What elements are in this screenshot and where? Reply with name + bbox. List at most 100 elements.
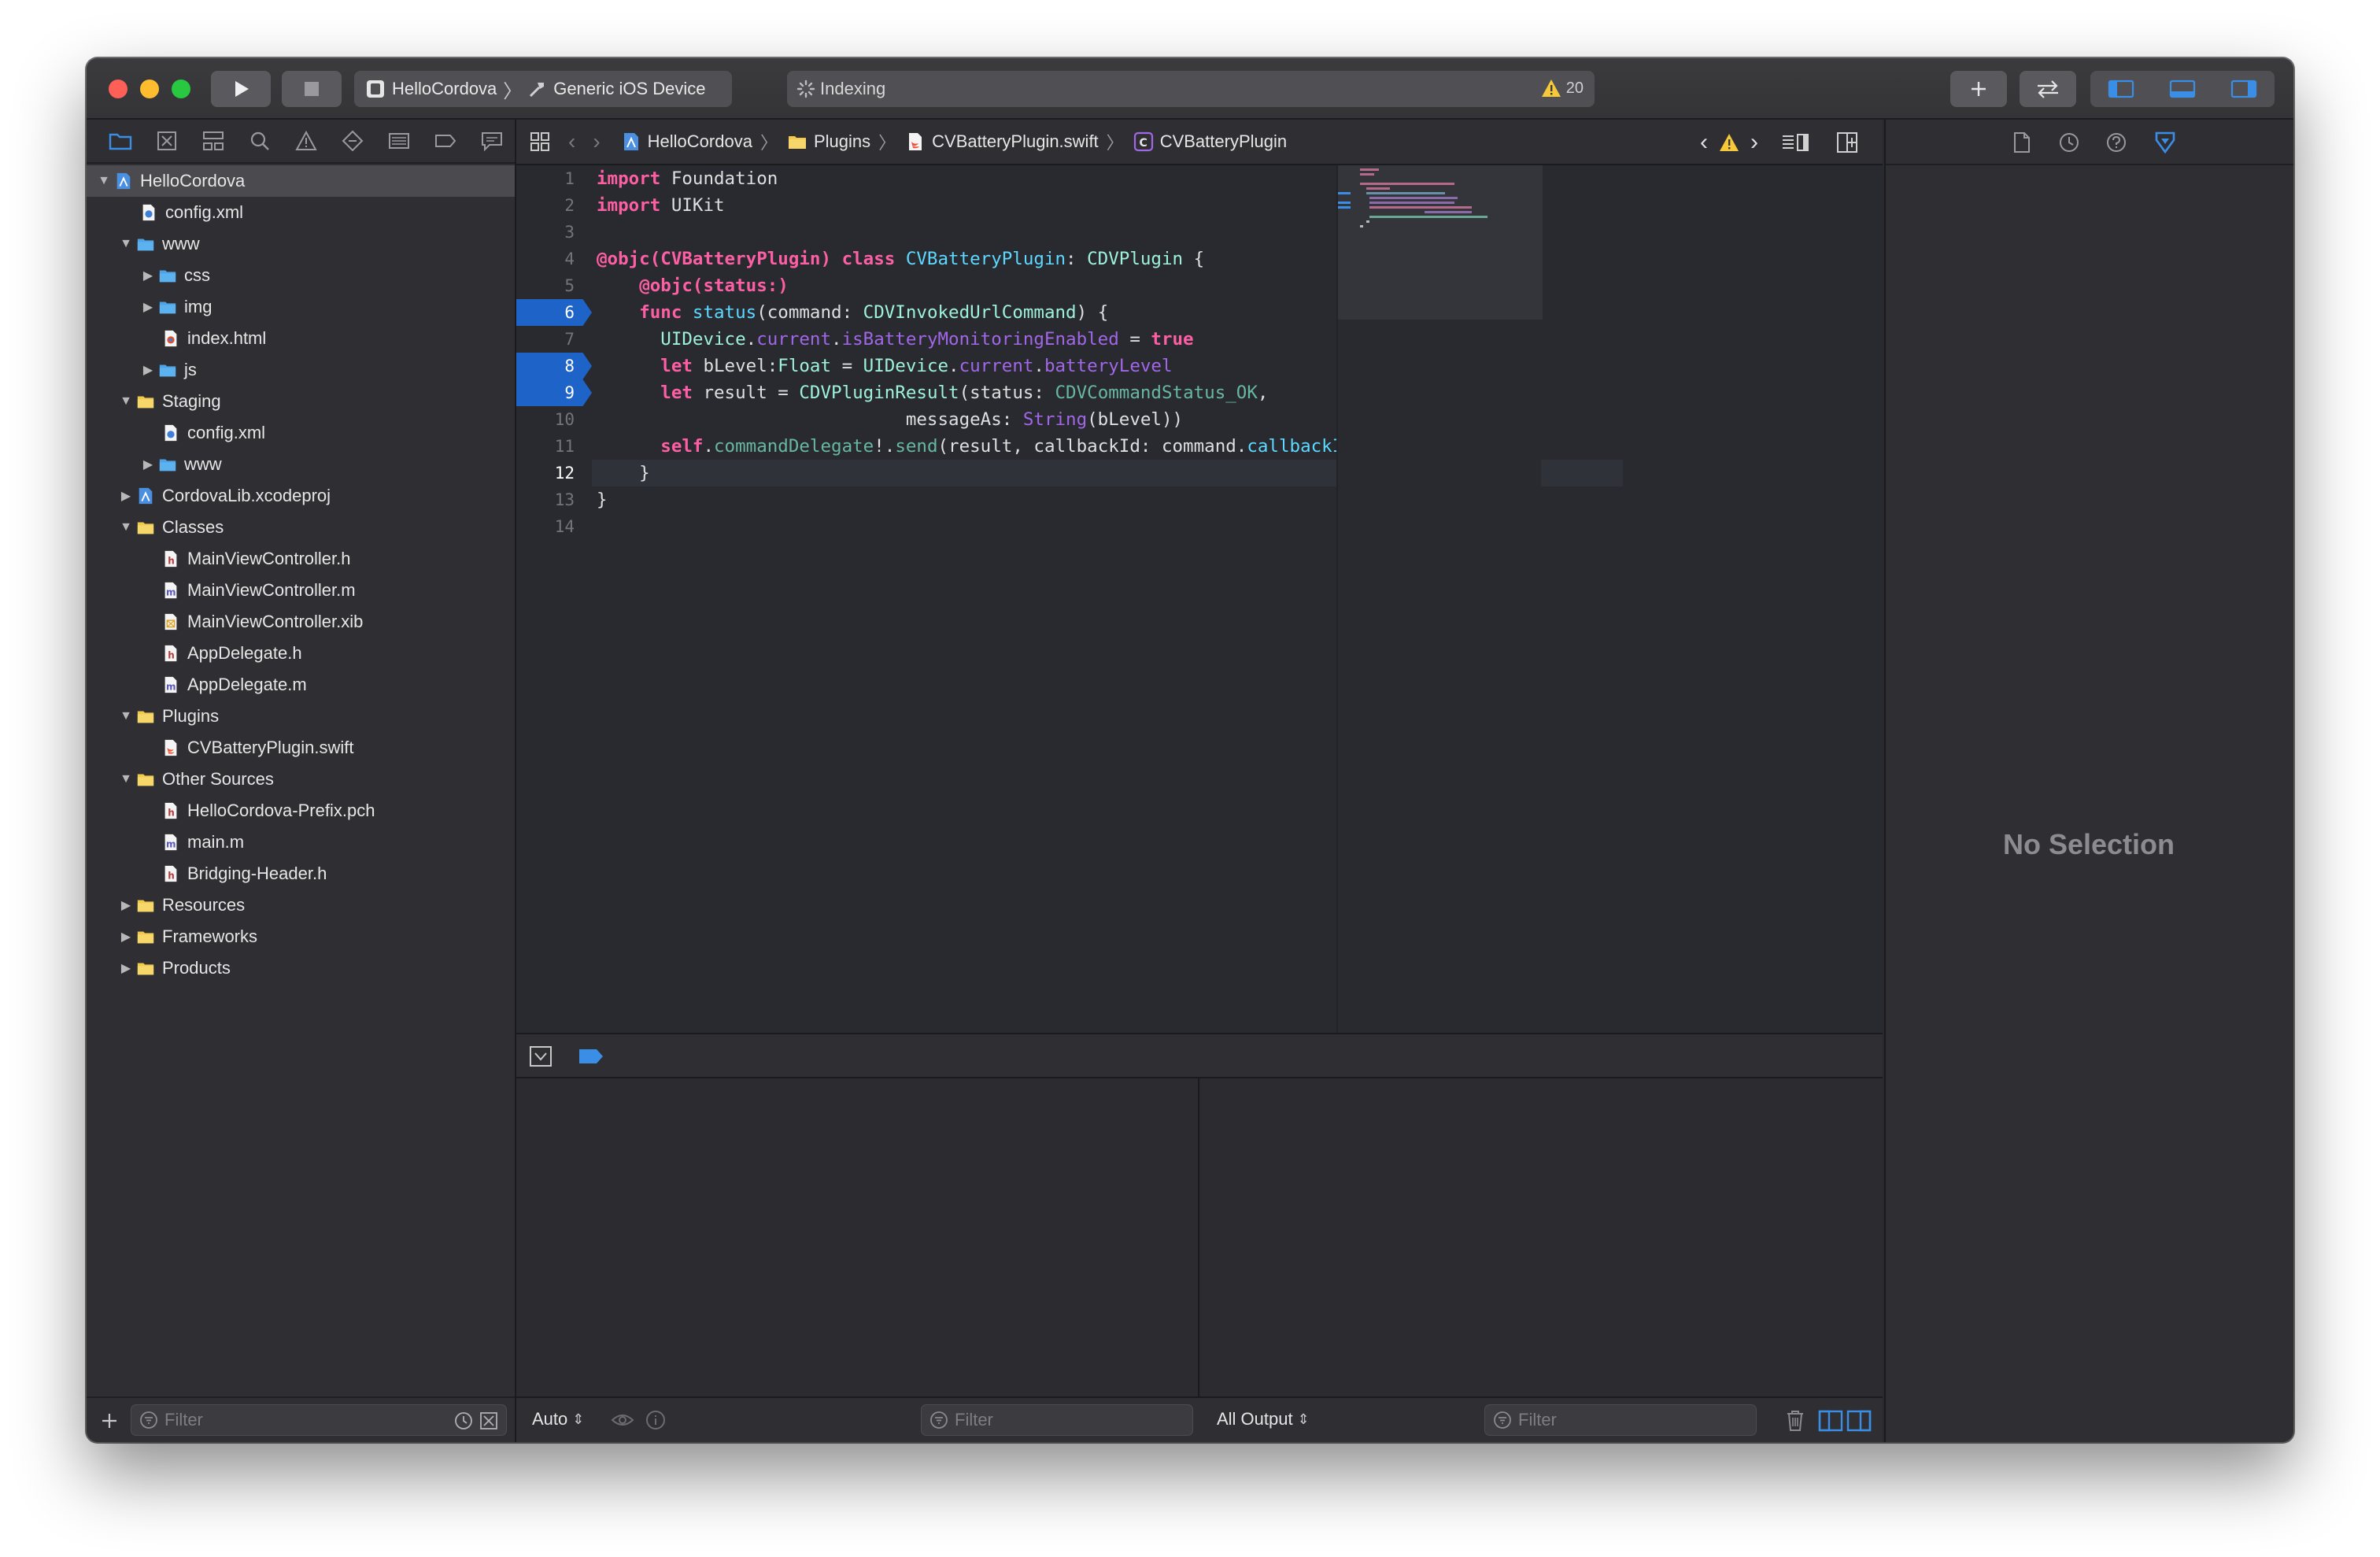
tree-item[interactable]: ▼ Plugins [87,701,515,732]
tree-item[interactable]: ▶ CordovaLib.xcodeproj [87,480,515,512]
activity-viewer[interactable]: Indexing 20 [787,71,1595,107]
breakpoints-active-icon[interactable] [578,1047,604,1066]
tab-issue-navigator[interactable] [283,119,330,163]
minimize-window-button[interactable] [140,80,159,98]
tree-item[interactable]: h MainViewController.h [87,543,515,575]
previous-issue-icon[interactable]: ‹ [1700,129,1708,156]
close-window-button[interactable] [109,80,128,98]
line-number[interactable]: 10 [516,406,592,433]
breadcrumb-item[interactable]: HelloCordova [621,131,752,152]
tab-history-inspector[interactable] [2057,131,2081,154]
line-number[interactable]: 5 [516,272,592,299]
breakpoint-line-number[interactable]: 6 [516,299,592,326]
tree-item[interactable]: ▶ img [87,291,515,323]
navigator-filter-field[interactable]: Filter [131,1404,507,1436]
disclosure-closed-icon[interactable]: ▶ [116,480,135,512]
disclosure-closed-icon[interactable]: ▶ [139,260,157,291]
line-number[interactable]: 1 [516,165,592,192]
tree-item[interactable]: ▶ www [87,449,515,480]
toggle-navigator-button[interactable] [2090,71,2152,107]
line-number[interactable]: 11 [516,433,592,460]
disclosure-open-icon[interactable]: ▼ [116,386,135,417]
back-arrow-icon[interactable]: ‹ [568,129,575,154]
tree-item[interactable]: h HelloCordova-Prefix.pch [87,795,515,827]
eye-icon[interactable] [611,1411,634,1429]
tree-item[interactable]: m main.m [87,827,515,858]
library-button[interactable] [1950,71,2007,107]
tree-item[interactable]: h AppDelegate.h [87,638,515,669]
tab-quick-help-inspector[interactable] [2105,131,2128,154]
tree-item[interactable]: ▶ css [87,260,515,291]
next-issue-icon[interactable]: › [1750,129,1758,156]
info-icon[interactable] [645,1410,666,1430]
breakpoint-line-number[interactable]: 8 [516,353,592,379]
add-file-icon[interactable] [99,1411,120,1431]
tree-item[interactable]: ▶ Frameworks [87,921,515,952]
tree-item[interactable]: ▶ Resources [87,889,515,921]
code-review-button[interactable] [2020,71,2076,107]
tab-debug-navigator[interactable] [375,119,422,163]
disclosure-open-icon[interactable]: ▼ [116,764,135,795]
console-filter-field[interactable]: Filter [1484,1404,1757,1436]
disclosure-closed-icon[interactable]: ▶ [139,449,157,480]
tab-find-navigator[interactable] [237,119,283,163]
hide-debug-area-icon[interactable] [529,1045,552,1067]
trash-icon[interactable] [1785,1409,1805,1433]
disclosure-closed-icon[interactable]: ▶ [139,354,157,386]
line-number[interactable]: 4 [516,246,592,272]
show-console-view-icon[interactable] [1846,1409,1872,1433]
editor-options-icon[interactable] [1780,131,1810,153]
related-items-icon[interactable] [529,131,551,153]
toggle-debug-area-button[interactable] [2152,71,2213,107]
disclosure-closed-icon[interactable]: ▶ [116,952,135,984]
breadcrumb-item[interactable]: Plugins [787,131,870,152]
toggle-inspector-button[interactable] [2213,71,2275,107]
tree-item[interactable]: ▼ Classes [87,512,515,543]
breadcrumb-item[interactable]: CVBatteryPlugin.swift [905,131,1099,152]
breakpoint-line-number[interactable]: 9 [516,379,592,406]
line-number[interactable]: 14 [516,513,592,540]
zoom-window-button[interactable] [172,80,190,98]
tab-project-navigator[interactable] [98,119,144,163]
line-number[interactable]: 3 [516,219,592,246]
tab-symbol-navigator[interactable] [190,119,237,163]
tree-item[interactable]: config.xml [87,197,515,228]
split-editor-icon[interactable] [1835,131,1859,154]
tab-accessibility-inspector[interactable] [2153,131,2177,154]
disclosure-open-icon[interactable]: ▼ [116,701,135,732]
tree-item[interactable]: MainViewController.xib [87,606,515,638]
recent-files-icon[interactable] [454,1411,473,1430]
disclosure-closed-icon[interactable]: ▶ [116,889,135,921]
console-output-popup[interactable]: All Output ⇕ [1217,1409,1310,1429]
disclosure-closed-icon[interactable]: ▶ [116,921,135,952]
scheme-selector[interactable]: HelloCordova 〉 Generic iOS Device [354,71,732,107]
tab-file-inspector[interactable] [2010,131,2034,154]
tree-item[interactable]: h Bridging-Header.h [87,858,515,889]
line-number[interactable]: 13 [516,486,592,513]
line-number[interactable]: 12 [516,460,592,486]
warning-indicator[interactable]: 20 [1541,79,1584,98]
tab-test-navigator[interactable] [329,119,375,163]
breadcrumb-item[interactable]: C CVBatteryPlugin [1133,131,1287,152]
tree-item[interactable]: m AppDelegate.m [87,669,515,701]
variables-scope-popup[interactable]: Auto ⇕ [532,1409,584,1429]
minimap[interactable] [1336,165,1543,1033]
tree-item[interactable]: ▼ www [87,228,515,260]
tree-item[interactable]: m MainViewController.m [87,575,515,606]
disclosure-open-icon[interactable]: ▼ [116,512,135,543]
source-editor[interactable]: 1 2 3 4 5 6 7 8 9 10 11 12 13 14 import Foundation imp… [516,165,1883,1033]
disclosure-closed-icon[interactable]: ▶ [139,291,157,323]
tree-item[interactable]: ▶ Products [87,952,515,984]
tree-item[interactable]: ▼ Staging [87,386,515,417]
issue-warning-icon[interactable] [1719,133,1739,152]
show-variables-view-icon[interactable] [1818,1409,1843,1433]
tree-item[interactable]: config.xml [87,417,515,449]
console-view[interactable] [1201,1078,1883,1396]
source-control-filter-icon[interactable] [479,1411,498,1430]
line-number[interactable]: 2 [516,192,592,219]
line-number[interactable]: 7 [516,326,592,353]
variables-filter-field[interactable]: Filter [921,1404,1193,1436]
disclosure-open-icon[interactable]: ▼ [94,165,113,197]
tab-source-control-navigator[interactable] [144,119,190,163]
stop-button[interactable] [282,71,342,107]
